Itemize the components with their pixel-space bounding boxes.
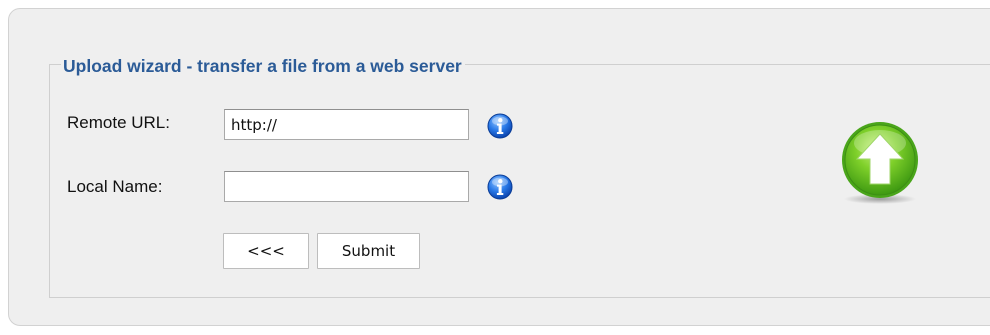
local-name-input[interactable] xyxy=(224,171,469,202)
info-icon[interactable] xyxy=(487,174,513,200)
info-icon[interactable] xyxy=(487,113,513,139)
upload-arrow-icon xyxy=(833,117,927,211)
remote-url-input[interactable] xyxy=(224,109,469,140)
local-name-label: Local Name: xyxy=(67,177,163,196)
back-button[interactable]: <<< xyxy=(223,233,309,269)
submit-button[interactable]: Submit xyxy=(317,233,420,269)
wizard-title: Upload wizard - transfer a file from a w… xyxy=(61,56,465,76)
remote-url-label: Remote URL: xyxy=(67,113,170,132)
